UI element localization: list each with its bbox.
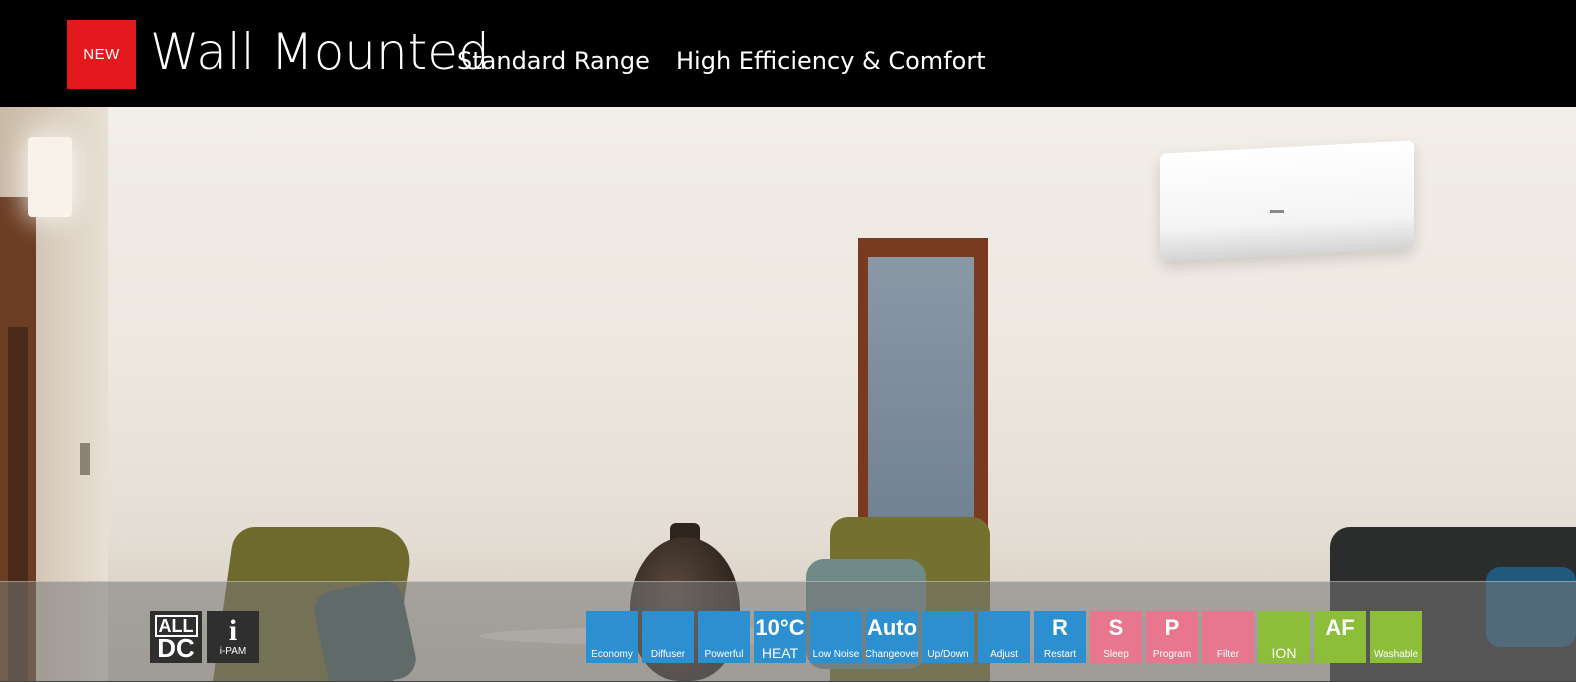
feature-icons: Economy Diffuser Powerful 10°C HEAT Low Noise… bbox=[586, 611, 1422, 663]
feature-low-noise-icon: Low Noise bbox=[810, 611, 862, 663]
feature-af-icon: AF bbox=[1314, 611, 1366, 663]
page-header: NEW Wall Mounted Standard Range High Eff… bbox=[0, 0, 1576, 107]
feature-label: Adjust bbox=[990, 649, 1018, 660]
feature-adjust-icon: Adjust bbox=[978, 611, 1030, 663]
feature-ion-icon: ION bbox=[1258, 611, 1310, 663]
light-switch bbox=[80, 443, 90, 475]
feature-glyph: 10°C bbox=[755, 615, 805, 640]
feature-washable-icon: Washable bbox=[1370, 611, 1422, 663]
feature-label: HEAT bbox=[761, 645, 799, 661]
wall-lamp bbox=[28, 137, 72, 217]
feature-label: Changeover bbox=[866, 649, 918, 660]
feature-label: Filter bbox=[1216, 649, 1240, 660]
feature-economy-icon: Economy bbox=[586, 611, 638, 663]
feature-label: Restart bbox=[1043, 649, 1077, 660]
feature-label: Program bbox=[1152, 649, 1192, 660]
feature-heat-icon: 10°C HEAT bbox=[754, 611, 806, 663]
feature-label: Powerful bbox=[704, 649, 744, 660]
all-dc-badge: ALL DC bbox=[150, 611, 202, 663]
feature-label: Washable bbox=[1373, 649, 1419, 660]
feature-glyph: R bbox=[1052, 615, 1068, 640]
feature-changeover-icon: Auto Changeover bbox=[866, 611, 918, 663]
feature-label: ION bbox=[1271, 645, 1297, 661]
feature-sleep-icon: S Sleep bbox=[1090, 611, 1142, 663]
all-dc-bottom: DC bbox=[157, 633, 195, 663]
feature-label: Economy bbox=[591, 649, 633, 660]
new-badge: NEW bbox=[67, 20, 136, 89]
feature-restart-icon: R Restart bbox=[1034, 611, 1086, 663]
ipam-badge: i i-PAM bbox=[207, 611, 259, 663]
feature-glyph: S bbox=[1108, 615, 1124, 640]
air-conditioner-unit bbox=[1160, 140, 1414, 262]
feature-label: Low Noise bbox=[812, 649, 860, 660]
feature-glyph: AF bbox=[1325, 615, 1355, 640]
page-subtitle: Standard Range bbox=[457, 47, 650, 75]
feature-glyph: P bbox=[1164, 615, 1180, 640]
feature-filter-icon: Filter bbox=[1202, 611, 1254, 663]
feature-up-down-icon: Up/Down bbox=[922, 611, 974, 663]
ipam-label: i-PAM bbox=[219, 646, 247, 657]
feature-diffuser-icon: Diffuser bbox=[642, 611, 694, 663]
page-title: Wall Mounted bbox=[150, 23, 490, 81]
feature-label: Diffuser bbox=[650, 649, 686, 660]
feature-powerful-icon: Powerful bbox=[698, 611, 750, 663]
feature-glyph: Auto bbox=[866, 615, 918, 640]
feature-label: Sleep bbox=[1103, 649, 1129, 660]
door-glass bbox=[868, 257, 974, 557]
feature-label: Up/Down bbox=[927, 649, 969, 660]
feature-program-icon: P Program bbox=[1146, 611, 1198, 663]
page-tagline: High Efficiency & Comfort bbox=[676, 47, 986, 75]
info-icon: i bbox=[228, 614, 238, 647]
ac-logo bbox=[1270, 210, 1284, 213]
